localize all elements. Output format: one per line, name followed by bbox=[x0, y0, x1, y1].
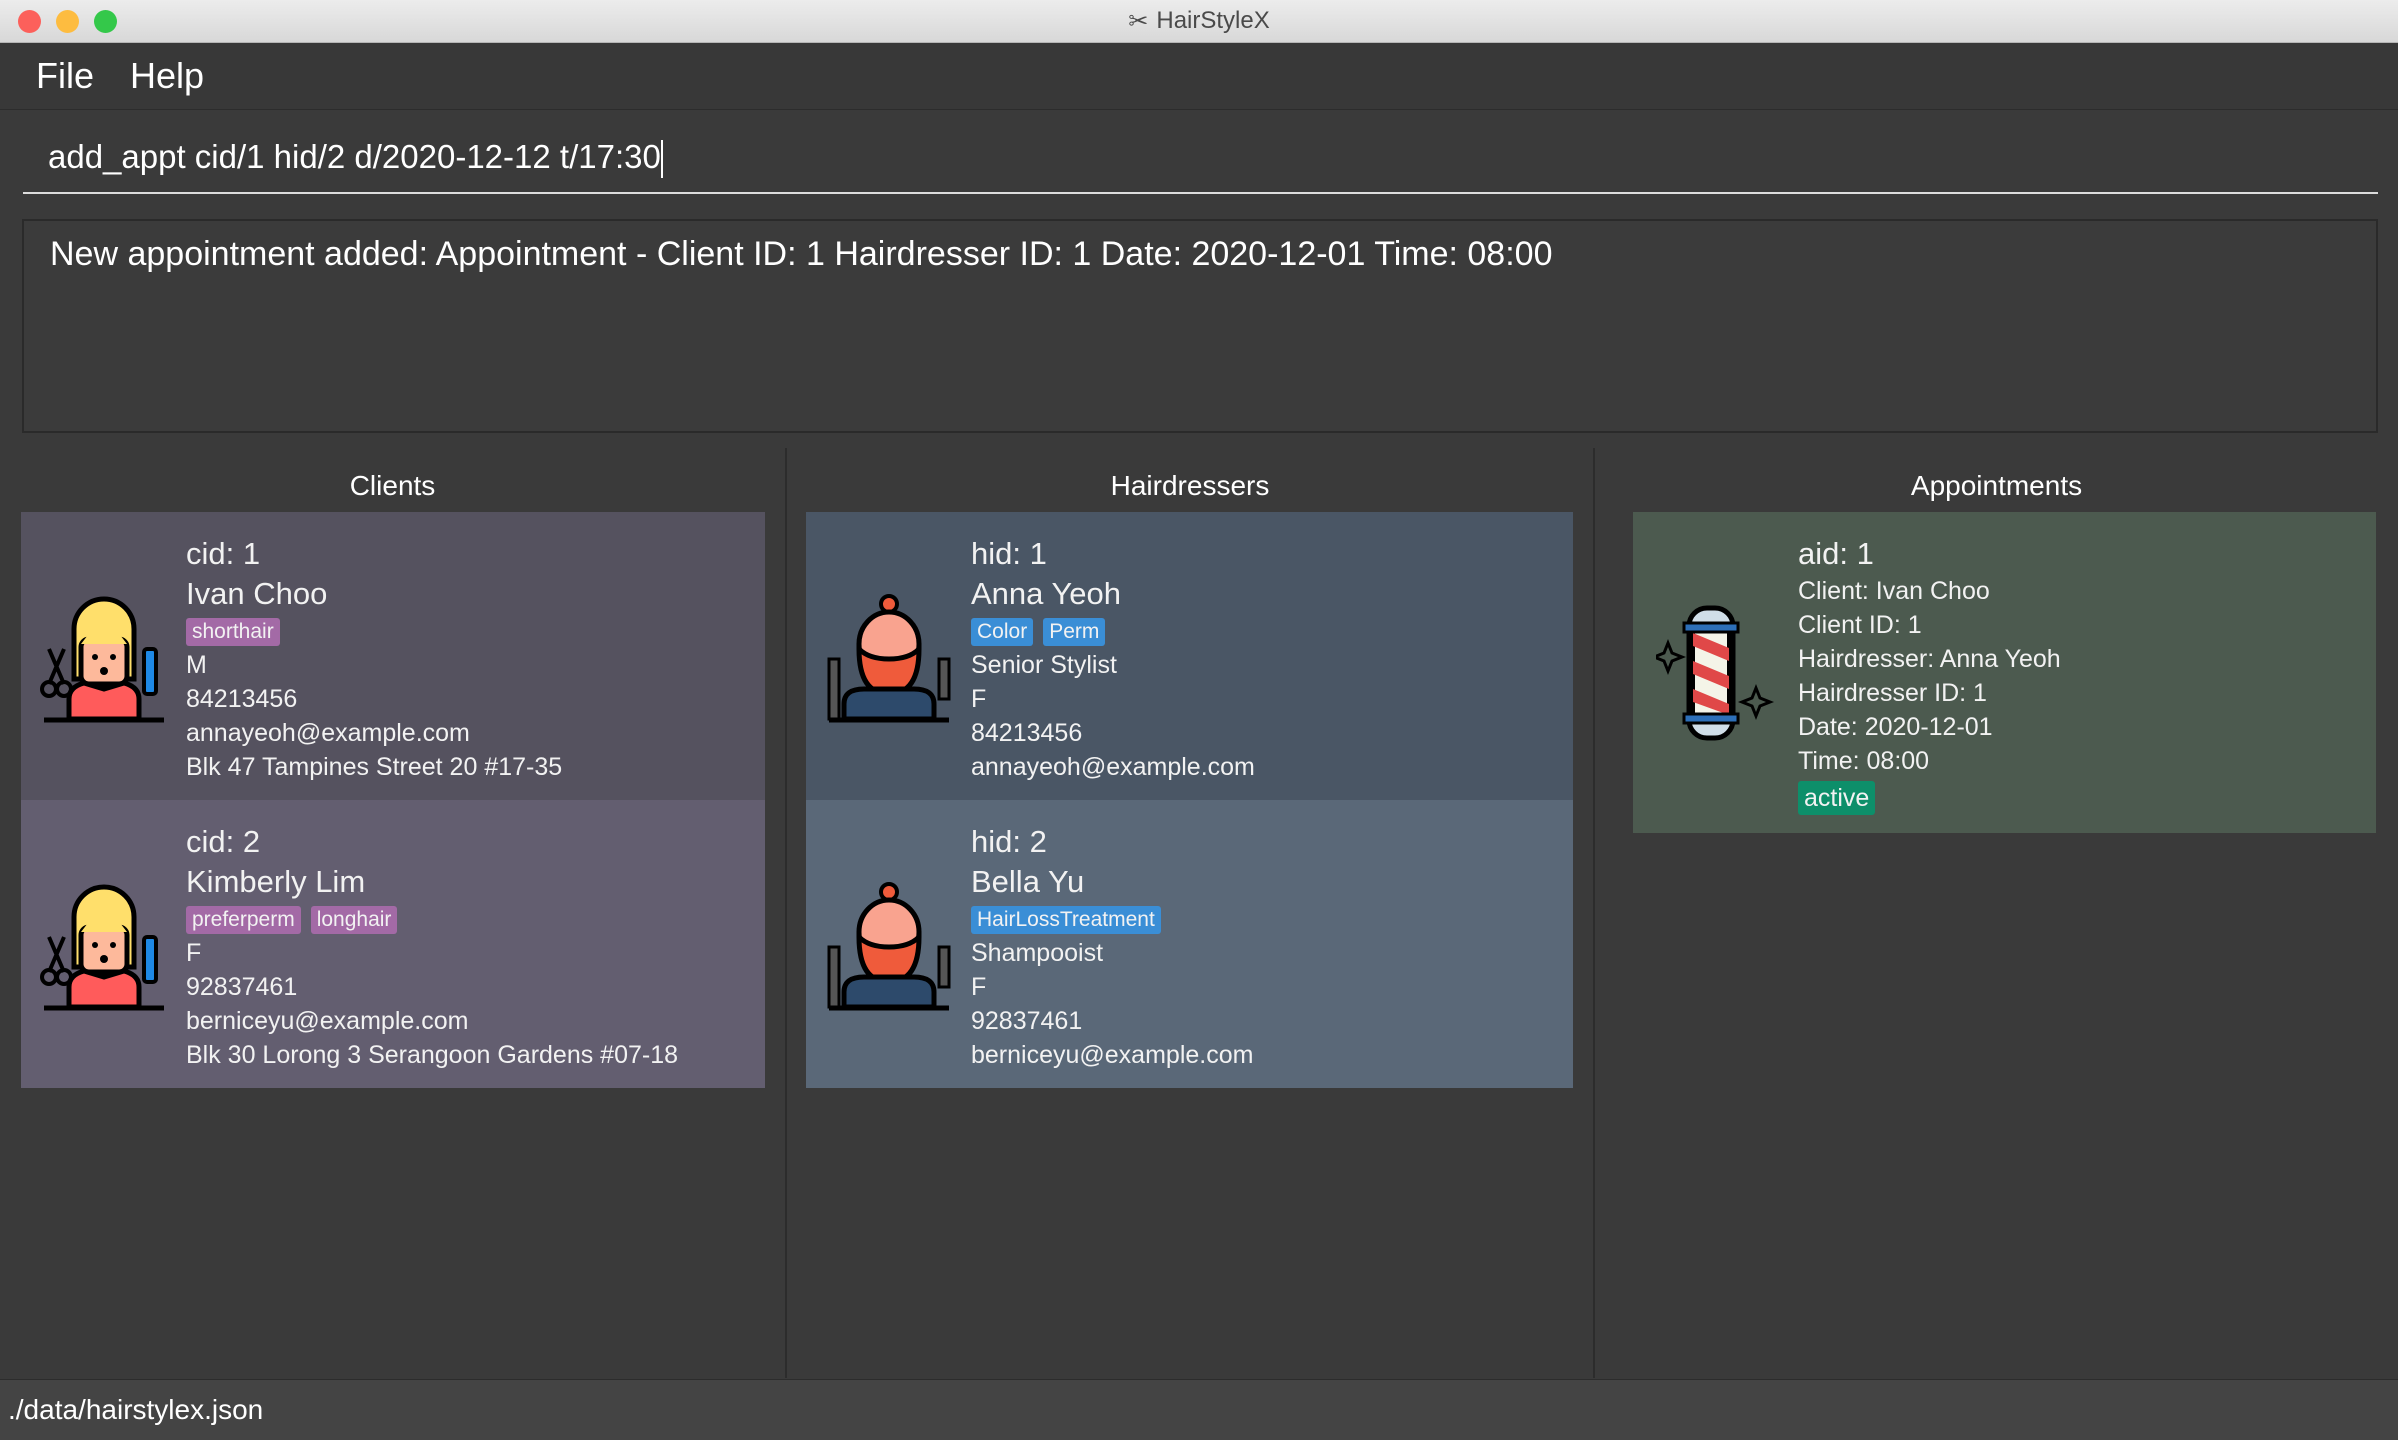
data-file-path: ./data/hairstylex.json bbox=[8, 1394, 264, 1425]
menu-bar: File Help bbox=[0, 43, 2398, 110]
result-display: New appointment added: Appointment - Cli… bbox=[22, 219, 2378, 433]
client-avatar-icon bbox=[21, 512, 186, 800]
tag: Color bbox=[971, 618, 1034, 647]
hairdresser-gender: F bbox=[971, 973, 987, 1001]
hairdressers-header: Hairdressers bbox=[1110, 470, 1270, 501]
text-caret bbox=[660, 140, 663, 179]
hairdresser-email: annayeoh@example.com bbox=[971, 753, 1255, 781]
client-address: Blk 30 Lorong 3 Serangoon Gardens #07-18 bbox=[186, 1041, 679, 1069]
status-bar: ./data/hairstylex.json bbox=[0, 1379, 2398, 1440]
tag-list: shorthair bbox=[186, 614, 562, 648]
tag: longhair bbox=[310, 906, 398, 935]
hairdresser-name: Anna Yeoh bbox=[971, 576, 1122, 611]
barber-pole-icon bbox=[1633, 512, 1798, 833]
appointment-time: Time: 08:00 bbox=[1798, 747, 1930, 775]
maximize-button[interactable] bbox=[94, 10, 117, 33]
client-phone: 84213456 bbox=[186, 685, 298, 713]
tag-list: HairLossTreatment bbox=[971, 902, 1253, 936]
tag-list: Color Perm bbox=[971, 614, 1255, 648]
command-text: add_appt cid/1 hid/2 d/2020-12-12 t/17:3… bbox=[48, 138, 661, 175]
result-text: New appointment added: Appointment - Cli… bbox=[50, 235, 1553, 273]
appointment-card[interactable]: aid: 1 Client: Ivan Choo Client ID: 1 Haird… bbox=[1633, 512, 2376, 833]
client-email: annayeoh@example.com bbox=[186, 719, 470, 747]
appointment-client: Client: Ivan Choo bbox=[1798, 577, 1990, 605]
status-badge: active bbox=[1798, 781, 1876, 816]
hairdresser-title: Shampooist bbox=[971, 939, 1104, 967]
appointment-id: aid: 1 bbox=[1798, 536, 1874, 571]
appointment-date: Date: 2020-12-01 bbox=[1798, 713, 1993, 741]
hairdresser-avatar-icon bbox=[806, 800, 971, 1088]
client-gender: M bbox=[186, 651, 207, 679]
minimize-button[interactable] bbox=[56, 10, 79, 33]
clients-header: Clients bbox=[349, 470, 436, 501]
hairdresser-id: hid: 2 bbox=[971, 824, 1047, 859]
hairdresser-name: Bella Yu bbox=[971, 864, 1085, 899]
hairdresser-email: berniceyu@example.com bbox=[971, 1041, 1254, 1069]
appointment-client-id: Client ID: 1 bbox=[1798, 611, 1922, 639]
client-phone: 92837461 bbox=[186, 973, 298, 1001]
hairdresser-phone: 84213456 bbox=[971, 719, 1083, 747]
scissors-icon: ✂ bbox=[1128, 7, 1149, 35]
client-gender: F bbox=[186, 939, 202, 967]
hairdresser-card[interactable]: hid: 1 Anna Yeoh Color Perm Senior Stylist F 8… bbox=[806, 512, 1573, 800]
appointment-hairdresser-id: Hairdresser ID: 1 bbox=[1798, 679, 1987, 707]
client-id: cid: 2 bbox=[186, 824, 261, 859]
hairdresser-phone: 92837461 bbox=[971, 1007, 1083, 1035]
tag-list: preferperm longhair bbox=[186, 902, 678, 936]
menu-file[interactable]: File bbox=[36, 55, 94, 97]
appointment-hairdresser: Hairdresser: Anna Yeoh bbox=[1798, 645, 2061, 673]
window-title: HairStyleX bbox=[1156, 7, 1270, 34]
tag: preferperm bbox=[186, 906, 301, 935]
client-card[interactable]: cid: 2 Kimberly Lim preferperm longhair F 928… bbox=[21, 800, 765, 1088]
close-button[interactable] bbox=[18, 10, 41, 33]
client-name: Kimberly Lim bbox=[186, 864, 366, 899]
command-input[interactable]: add_appt cid/1 hid/2 d/2020-12-12 t/17:3… bbox=[23, 118, 2378, 194]
menu-help[interactable]: Help bbox=[130, 55, 204, 97]
hairdresser-title: Senior Stylist bbox=[971, 651, 1117, 679]
tag: shorthair bbox=[186, 618, 280, 647]
client-address: Blk 47 Tampines Street 20 #17-35 bbox=[186, 753, 563, 781]
client-avatar-icon bbox=[21, 800, 186, 1088]
tag: Perm bbox=[1043, 618, 1106, 647]
hairdresser-avatar-icon bbox=[806, 512, 971, 800]
appointments-header: Appointments bbox=[1910, 470, 2083, 501]
title-bar: ✂ HairStyleX bbox=[0, 0, 2398, 43]
client-card[interactable]: cid: 1 Ivan Choo shorthair M 84213456 annayeo… bbox=[21, 512, 765, 800]
tag: HairLossTreatment bbox=[971, 906, 1161, 935]
client-name: Ivan Choo bbox=[186, 576, 328, 611]
hairdresser-gender: F bbox=[971, 685, 987, 713]
client-id: cid: 1 bbox=[186, 536, 261, 571]
client-email: berniceyu@example.com bbox=[186, 1007, 469, 1035]
hairdresser-card[interactable]: hid: 2 Bella Yu HairLossTreatment Shampoois… bbox=[806, 800, 1573, 1088]
hairdresser-id: hid: 1 bbox=[971, 536, 1047, 571]
